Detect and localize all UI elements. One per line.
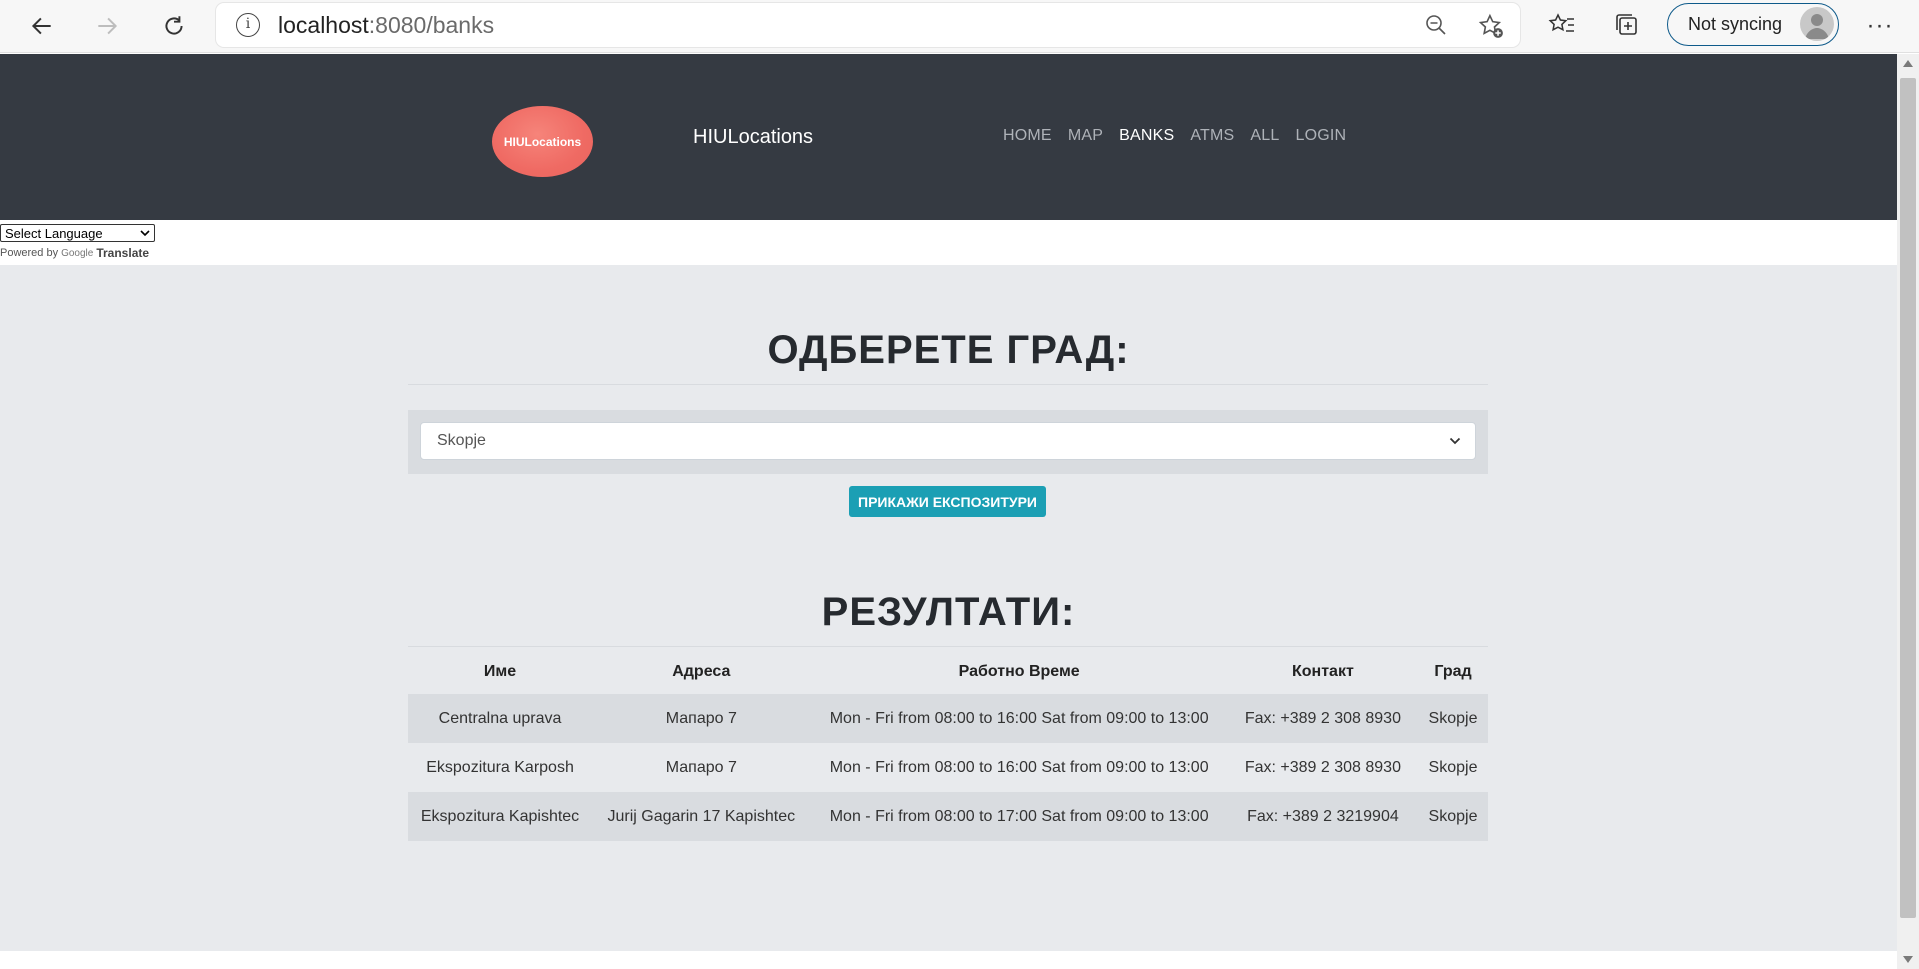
site-info-icon[interactable]: i [236, 13, 260, 37]
table-row: Ekspozitura Kapishtec Jurij Gagarin 17 K… [408, 792, 1488, 841]
settings-more-icon[interactable]: ··· [1862, 8, 1898, 44]
chevron-down-icon [140, 230, 150, 237]
sync-profile-button[interactable]: Not syncing [1667, 3, 1839, 46]
url-path: :8080/banks [368, 11, 495, 38]
scroll-down-icon[interactable] [1903, 956, 1913, 963]
language-select[interactable]: Select Language [0, 224, 155, 242]
column-header-contact: Контакт [1292, 662, 1354, 680]
divider [408, 384, 1488, 385]
forward-button[interactable] [89, 8, 125, 44]
logo-text: HIULocations [503, 134, 582, 149]
main-content: ОДБЕРЕТЕ ГРАД: Skopje ПРИКАЖИ ЕКСПОЗИТУР… [0, 265, 1897, 951]
city-select-panel: Skopje [408, 410, 1488, 474]
brand-title[interactable]: HIULocations [693, 126, 813, 149]
google-translate-widget: Select Language Powered by Google Transl… [0, 224, 155, 260]
cell-city: Skopje [1418, 743, 1488, 792]
cell-contact: Fax: +389 2 308 8930 [1227, 694, 1419, 743]
results-heading: РЕЗУЛТАТИ: [821, 590, 1076, 634]
google-logo-text: Google [61, 247, 94, 259]
url-host: localhost [278, 11, 369, 38]
site-header: HIULocations HIULocations HOME MAP BANKS… [0, 54, 1897, 220]
column-header-hours: Работно Време [958, 662, 1080, 680]
city-select-value: Skopje [437, 432, 486, 449]
back-button[interactable] [24, 8, 60, 44]
cell-contact: Fax: +389 2 308 8930 [1227, 743, 1419, 792]
table-header-row: Име Адреса Работно Време Контакт Град [408, 649, 1488, 694]
cell-name: Centralna uprava [408, 694, 593, 743]
cell-contact: Fax: +389 2 3219904 [1227, 792, 1419, 841]
back-arrow-icon [31, 17, 51, 35]
column-header-name: Име [483, 662, 517, 680]
main-nav: HOME MAP BANKS ATMS ALL LOGIN [1003, 127, 1346, 145]
nav-map[interactable]: MAP [1068, 127, 1103, 145]
nav-all[interactable]: ALL [1250, 127, 1279, 145]
language-select-label: Select Language [5, 225, 103, 241]
profile-avatar-icon [1800, 7, 1834, 41]
cell-name: Ekspozitura Karposh [408, 743, 593, 792]
cell-city: Skopje [1418, 792, 1488, 841]
cell-address: Мапаро 7 [592, 743, 811, 792]
favorites-icon[interactable] [1547, 10, 1577, 40]
select-city-heading: ОДБЕРЕТЕ ГРАД: [767, 328, 1130, 372]
cell-address: Мапаро 7 [592, 694, 811, 743]
page-scrollbar[interactable] [1897, 54, 1919, 969]
nav-login[interactable]: LOGIN [1295, 127, 1346, 145]
chevron-down-icon [1449, 437, 1461, 445]
cell-hours: Mon - Fri from 08:00 to 17:00 Sat from 0… [810, 792, 1228, 841]
cell-address: Jurij Gagarin 17 Kapishtec [592, 792, 811, 841]
cell-name: Ekspozitura Kapishtec [408, 792, 593, 841]
forward-arrow-icon [98, 17, 118, 35]
browser-toolbar: i localhost:8080/banks Not syncing ··· [0, 0, 1919, 53]
translate-link[interactable]: Translate [96, 246, 149, 260]
scrollbar-thumb[interactable] [1900, 78, 1916, 918]
divider [408, 646, 1488, 647]
powered-by-google: Powered by Google Translate [0, 246, 155, 260]
powered-by-text: Powered by [0, 247, 59, 259]
cell-hours: Mon - Fri from 08:00 to 16:00 Sat from 0… [810, 743, 1228, 792]
column-header-city: Град [1434, 662, 1472, 680]
page-viewport: HIULocations HIULocations HOME MAP BANKS… [0, 54, 1897, 969]
table-row: Centralna uprava Мапаро 7 Mon - Fri from… [408, 694, 1488, 743]
cell-hours: Mon - Fri from 08:00 to 16:00 Sat from 0… [810, 694, 1228, 743]
sync-label: Not syncing [1688, 14, 1783, 34]
nav-banks[interactable]: BANKS [1119, 127, 1174, 145]
zoom-out-icon[interactable] [1424, 13, 1448, 37]
collections-icon[interactable] [1612, 10, 1642, 40]
add-favorite-icon[interactable] [1478, 13, 1504, 39]
scroll-up-icon[interactable] [1903, 60, 1913, 67]
column-header-address: Адреса [672, 662, 731, 680]
nav-atms[interactable]: ATMS [1190, 127, 1234, 145]
reload-icon [165, 16, 183, 35]
results-table: Име Адреса Работно Време Контакт Град Ce… [408, 649, 1488, 841]
city-select[interactable]: Skopje [420, 422, 1476, 460]
table-row: Ekspozitura Karposh Мапаро 7 Mon - Fri f… [408, 743, 1488, 792]
site-logo[interactable]: HIULocations [492, 106, 593, 177]
address-bar[interactable]: i localhost:8080/banks [216, 3, 1520, 47]
cell-city: Skopje [1418, 694, 1488, 743]
url-text[interactable]: localhost:8080/banks [278, 12, 494, 39]
reload-button[interactable] [156, 8, 192, 44]
nav-home[interactable]: HOME [1003, 127, 1052, 145]
show-branches-button[interactable]: ПРИКАЖИ ЕКСПОЗИТУРИ [849, 486, 1046, 517]
